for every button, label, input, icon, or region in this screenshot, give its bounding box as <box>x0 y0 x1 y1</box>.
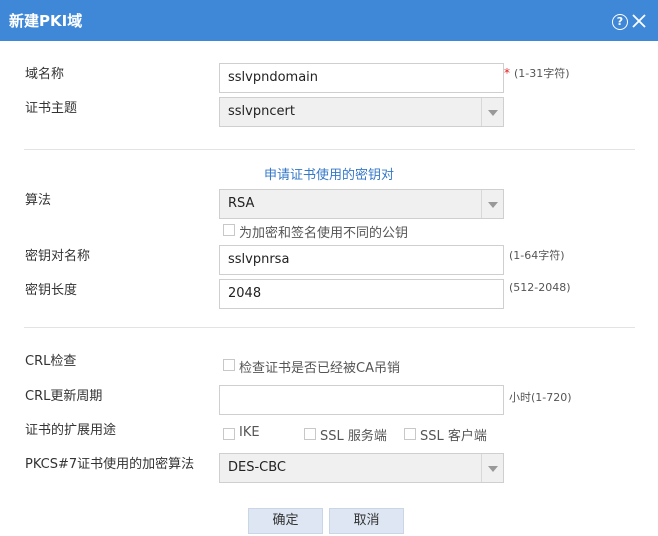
chevron-down-icon[interactable] <box>481 190 503 218</box>
required-mark: * <box>504 66 510 80</box>
dialog-title: 新建PKI域 <box>9 12 83 30</box>
keypair-section-title: 申请证书使用的密钥对 <box>263 168 394 183</box>
crl-check-checkbox-label: 检查证书是否已经被CA吊销 <box>239 361 400 376</box>
ssl-server-label: SSL 服务端 <box>320 429 387 444</box>
chevron-down-icon[interactable] <box>481 454 503 482</box>
divider <box>24 327 635 328</box>
pkcs7-algorithm-select[interactable]: DES-CBC <box>219 453 504 483</box>
dialog-titlebar: 新建PKI域 ? <box>0 0 658 41</box>
divider <box>24 149 635 150</box>
ike-label: IKE <box>239 425 260 440</box>
help-icon[interactable]: ? <box>612 14 628 30</box>
ssl-client-checkbox[interactable] <box>404 428 416 440</box>
key-length-input[interactable]: 2048 <box>219 279 504 309</box>
cancel-button[interactable]: 取消 <box>329 508 404 534</box>
different-keys-checkbox[interactable] <box>223 224 235 236</box>
close-icon[interactable] <box>630 12 648 30</box>
domain-name-hint: * (1-31字符) <box>504 65 570 81</box>
crl-period-input[interactable] <box>219 385 504 415</box>
domain-name-hint-text: (1-31字符) <box>514 67 570 80</box>
key-length-hint: (512-2048) <box>509 281 571 294</box>
ok-button[interactable]: 确定 <box>248 508 323 534</box>
cert-subject-select[interactable]: sslvpncert <box>219 97 504 127</box>
keypair-name-label: 密钥对名称 <box>25 249 91 264</box>
algorithm-value: RSA <box>228 196 255 211</box>
algorithm-label: 算法 <box>25 193 52 208</box>
domain-name-label: 域名称 <box>25 67 65 82</box>
ssl-server-checkbox[interactable] <box>304 428 316 440</box>
keypair-name-input[interactable]: sslvpnrsa <box>219 245 504 275</box>
ssl-client-label: SSL 客户端 <box>420 429 487 444</box>
crl-period-hint: 小时(1-720) <box>509 391 572 404</box>
algorithm-select[interactable]: RSA <box>219 189 504 219</box>
cert-subject-label: 证书主题 <box>25 101 78 116</box>
chevron-down-icon[interactable] <box>481 98 503 126</box>
pkcs7-algorithm-label: PKCS#7证书使用的加密算法 <box>25 457 195 472</box>
cert-subject-value: sslvpncert <box>228 104 295 119</box>
pkcs7-algorithm-value: DES-CBC <box>228 460 287 475</box>
crl-period-label: CRL更新周期 <box>25 389 103 404</box>
crl-check-label: CRL检查 <box>25 354 77 369</box>
different-keys-label: 为加密和签名使用不同的公钥 <box>239 226 409 241</box>
ext-usage-label: 证书的扩展用途 <box>25 423 117 438</box>
key-length-label: 密钥长度 <box>25 283 78 298</box>
ike-checkbox[interactable] <box>223 428 235 440</box>
domain-name-input[interactable]: sslvpndomain <box>219 63 504 93</box>
crl-check-checkbox[interactable] <box>223 359 235 371</box>
keypair-name-hint: (1-64字符) <box>509 249 565 262</box>
